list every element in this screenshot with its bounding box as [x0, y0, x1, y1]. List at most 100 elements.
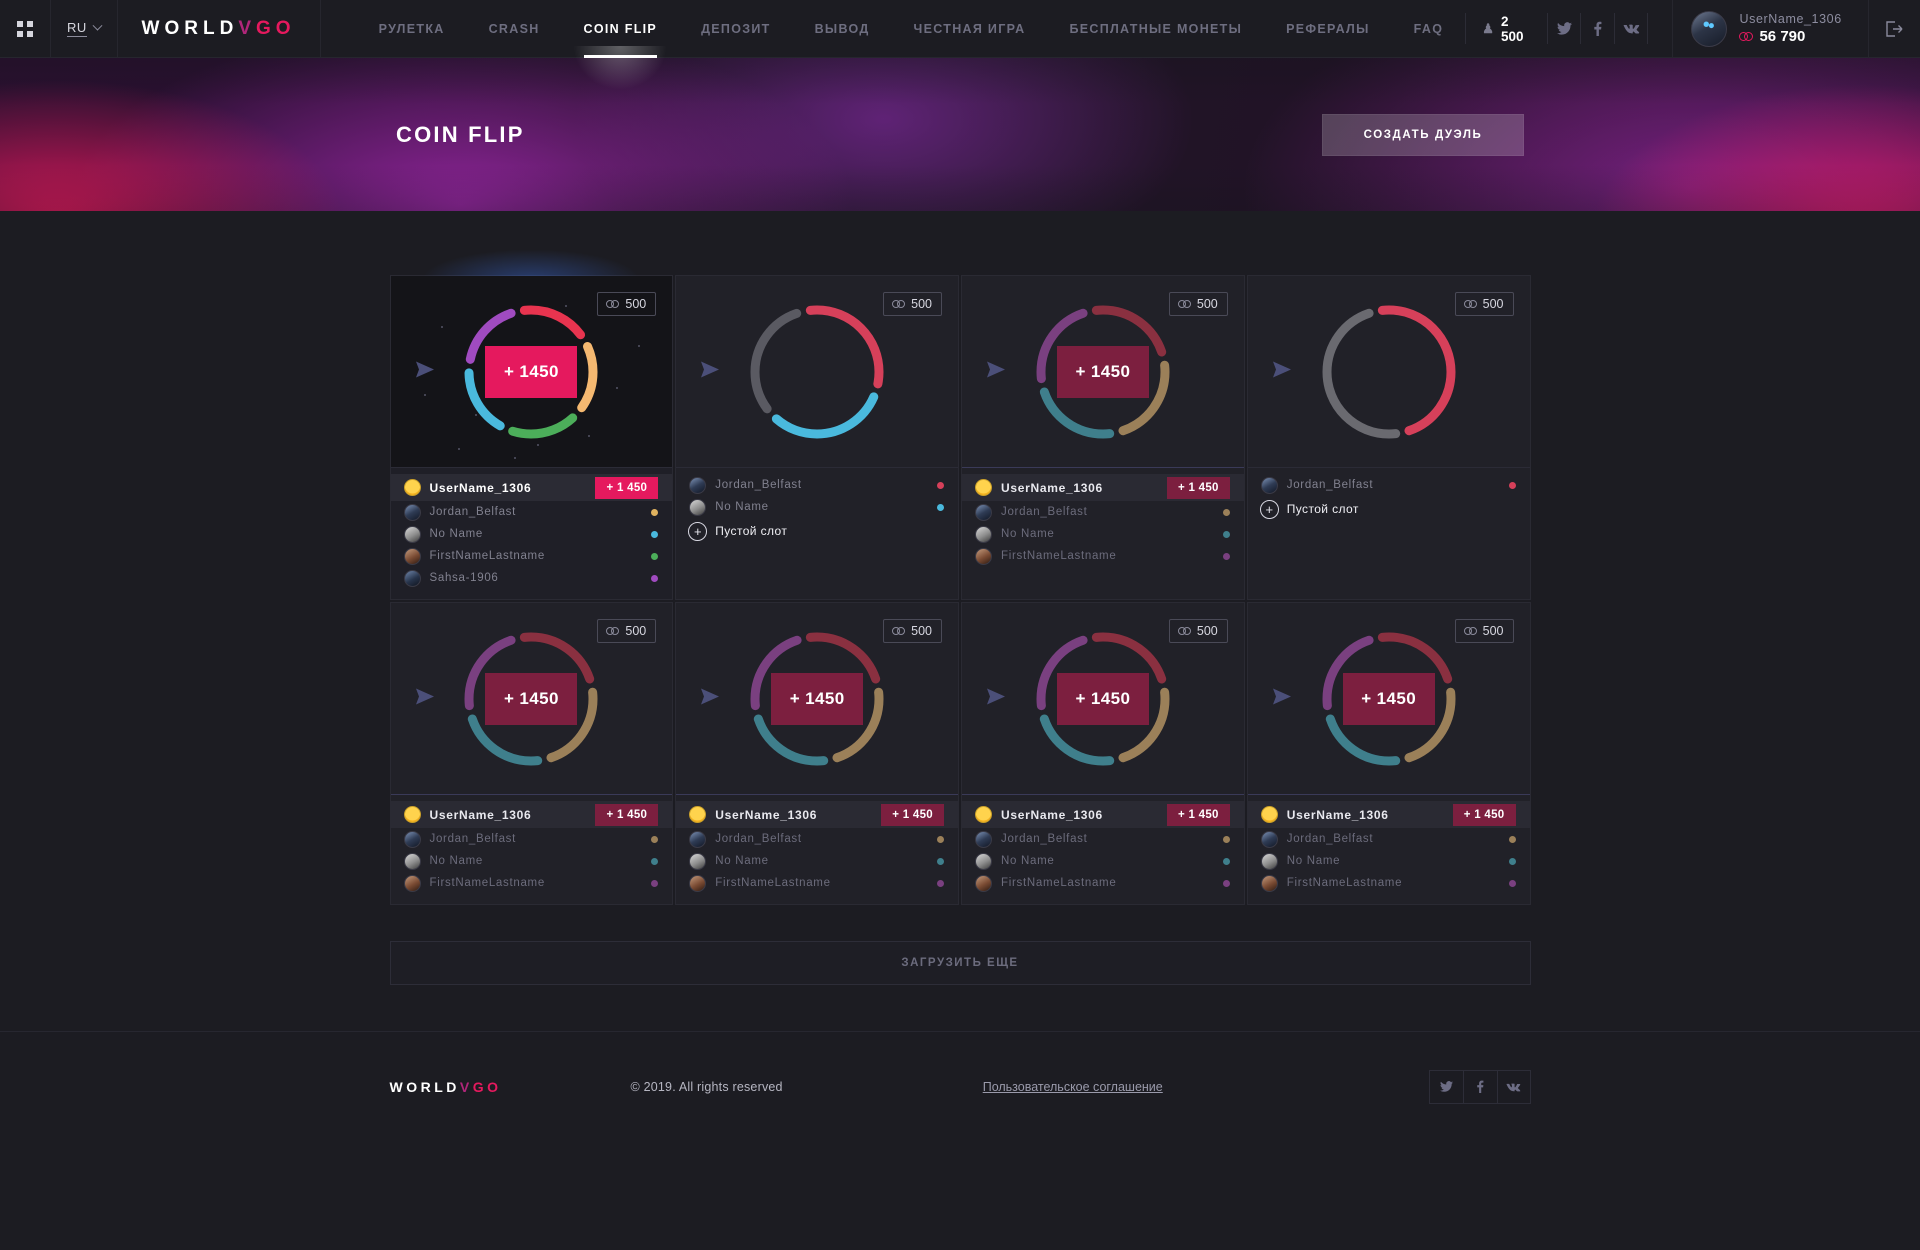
twitter-icon[interactable] [1428, 1069, 1463, 1104]
player-row[interactable]: UserName_1306 + 1 450 [676, 801, 958, 828]
bet-amount-badge: 500 [1454, 292, 1514, 316]
duel-card-visual: + 1450 500 [962, 276, 1244, 468]
coin-icon [1177, 627, 1191, 635]
user-profile[interactable]: UserName_1306 56 790 [1672, 0, 1869, 57]
player-row[interactable]: No Name [962, 850, 1244, 872]
play-arrow-icon [415, 360, 435, 383]
load-more-button[interactable]: ЗАГРУЗИТЬ ЕЩЕ [389, 941, 1531, 985]
player-row[interactable]: FirstNameLastname [962, 545, 1244, 567]
nav-item-8[interactable]: FAQ [1392, 0, 1466, 58]
player-row[interactable]: FirstNameLastname [391, 545, 673, 567]
player-row[interactable]: Sahsa-1906 [391, 567, 673, 589]
duel-card[interactable]: + 1450 500 UserName_1306 + 1 450 Jordan_… [961, 602, 1245, 905]
coin-icon [606, 627, 620, 635]
nav-item-5[interactable]: ЧЕСТНАЯ ИГРА [892, 0, 1048, 58]
facebook-icon[interactable] [1581, 13, 1615, 44]
player-row[interactable]: Jordan_Belfast [962, 501, 1244, 523]
duel-card-grid-row-1: + 1450 500 UserName_1306 + 1 450 Jordan_… [389, 250, 1531, 600]
player-row[interactable]: Jordan_Belfast [676, 474, 958, 496]
avatar [403, 830, 421, 848]
player-row[interactable]: No Name [391, 523, 673, 545]
nav-item-6[interactable]: БЕСПЛАТНЫЕ МОНЕТЫ [1047, 0, 1264, 58]
duel-result-value: + 1450 [1056, 345, 1149, 398]
player-name: Jordan_Belfast [1001, 833, 1088, 845]
logout-button[interactable] [1869, 0, 1920, 57]
player-row[interactable]: UserName_1306 + 1 450 [962, 801, 1244, 828]
user-name: UserName_1306 [1739, 12, 1842, 26]
nav-item-2[interactable]: COIN FLIP [562, 0, 680, 90]
player-row[interactable]: Jordan_Belfast [391, 501, 673, 523]
top-navigation-bar: RU WORLDVGO РУЛЕТКА CRASH COIN FLIP ДЕПОЗИТ… [0, 0, 1920, 90]
duel-card[interactable]: + 1450 500 UserName_1306 + 1 450 Jordan_… [961, 275, 1245, 600]
online-count: 2 500 [1500, 13, 1524, 44]
player-color-dot [1222, 508, 1230, 516]
footer-logo-o: O [487, 1078, 502, 1095]
nav-item-1[interactable]: CRASH [467, 0, 562, 58]
player-row[interactable]: UserName_1306 + 1 450 [1247, 801, 1530, 828]
site-logo[interactable]: WORLDVGO [118, 0, 321, 57]
avatar [1260, 806, 1278, 823]
avatar [689, 476, 707, 494]
vk-icon[interactable] [1496, 1069, 1531, 1104]
player-row[interactable]: FirstNameLastname [391, 872, 673, 894]
player-name: No Name [715, 501, 769, 513]
player-row[interactable]: FirstNameLastname [962, 872, 1244, 894]
main-nav: РУЛЕТКА CRASH COIN FLIP ДЕПОЗИТ ВЫВОД ЧЕСТНАЯ… [321, 0, 1466, 90]
player-name: FirstNameLastname [1001, 877, 1117, 889]
player-row[interactable]: UserName_1306 + 1 450 [962, 474, 1244, 501]
player-row[interactable]: Jordan_Belfast [391, 828, 673, 850]
footer-logo[interactable]: WORLDVGO [390, 1079, 502, 1095]
facebook-icon[interactable] [1462, 1069, 1497, 1104]
vk-icon[interactable] [1615, 13, 1649, 44]
player-row[interactable]: No Name [391, 850, 673, 872]
player-row[interactable]: No Name [962, 523, 1244, 545]
player-row[interactable]: No Name [676, 850, 958, 872]
duel-card[interactable]: + 1450 500 UserName_1306 + 1 450 Jordan_… [389, 250, 674, 600]
bet-amount: 500 [625, 624, 647, 638]
player-row[interactable]: Jordan_Belfast [1248, 828, 1530, 850]
language-selector[interactable]: RU [51, 0, 118, 57]
duel-player-list: Jordan_Belfast No Name + Пустой слот [676, 468, 958, 599]
duel-card-visual: + 1450 500 [962, 603, 1244, 795]
avatar [403, 525, 421, 543]
duel-card[interactable]: + 1450 500 UserName_1306 + 1 450 Jordan_… [389, 602, 674, 905]
play-arrow-icon [1272, 360, 1292, 383]
avatar [403, 479, 421, 496]
duel-card[interactable]: 500 Jordan_Belfast No Name + Пустой слот [675, 275, 959, 600]
player-name: Jordan_Belfast [1001, 506, 1088, 518]
empty-slot-row[interactable]: + Пустой слот [1248, 496, 1530, 522]
nav-item-3[interactable]: ДЕПОЗИТ [679, 0, 793, 58]
player-row[interactable]: FirstNameLastname [1248, 872, 1530, 894]
twitter-icon[interactable] [1548, 13, 1582, 44]
player-row[interactable]: UserName_1306 + 1 450 [390, 801, 673, 828]
player-row[interactable]: FirstNameLastname [676, 872, 958, 894]
user-agreement-link[interactable]: Пользовательское соглашение [983, 1080, 1163, 1094]
logo-g: G [256, 17, 276, 39]
duel-card[interactable]: + 1450 500 UserName_1306 + 1 450 Jordan_… [1246, 602, 1531, 905]
empty-slot-row[interactable]: + Пустой слот [676, 518, 958, 544]
player-win-amount: + 1 450 [595, 476, 659, 499]
player-color-dot [1508, 481, 1516, 489]
player-row[interactable]: No Name [676, 496, 958, 518]
nav-item-7[interactable]: РЕФЕРАЛЫ [1264, 0, 1392, 58]
player-row[interactable]: Jordan_Belfast [1248, 474, 1530, 496]
nav-item-0[interactable]: РУЛЕТКА [357, 0, 467, 58]
duel-card[interactable]: + 1450 500 UserName_1306 + 1 450 Jordan_… [675, 602, 959, 905]
create-duel-button[interactable]: СОЗДАТЬ ДУЭЛЬ [1322, 113, 1524, 156]
player-color-dot [1222, 835, 1230, 843]
player-row[interactable]: Jordan_Belfast [676, 828, 958, 850]
player-row[interactable]: UserName_1306 + 1 450 [390, 474, 673, 501]
player-color-dot [651, 574, 659, 582]
player-color-dot [1222, 530, 1230, 538]
coin-icon [1177, 300, 1191, 308]
apps-grid-button[interactable] [0, 0, 52, 57]
player-name: FirstNameLastname [1001, 550, 1117, 562]
duel-result-value: + 1450 [771, 672, 864, 725]
player-row[interactable]: No Name [1248, 850, 1530, 872]
player-row[interactable]: Jordan_Belfast [962, 828, 1244, 850]
nav-item-4[interactable]: ВЫВОД [793, 0, 892, 58]
player-name: UserName_1306 [1286, 807, 1389, 822]
player-name: Jordan_Belfast [1286, 479, 1374, 491]
player-name: Jordan_Belfast [429, 833, 517, 845]
duel-card[interactable]: 500 Jordan_Belfast + Пустой слот [1246, 275, 1531, 600]
